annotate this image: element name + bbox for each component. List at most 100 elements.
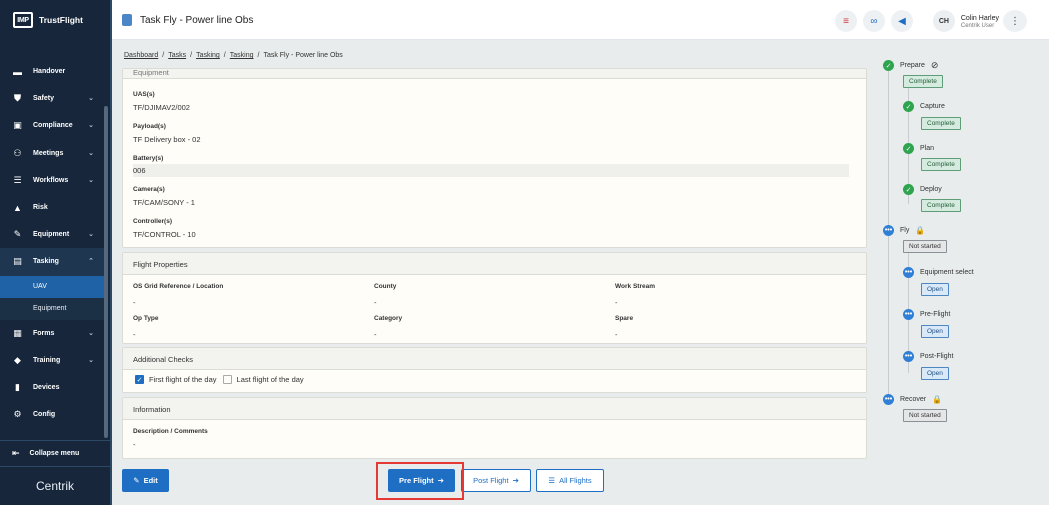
equipment-select-status-badge[interactable]: Open	[921, 283, 949, 296]
collapse-menu-button[interactable]: ⇤ Collapse menu	[0, 440, 110, 466]
flight-properties-card: Flight Properties OS Grid Reference / Lo…	[122, 252, 867, 344]
step-post-flight: ••• Post-Flight	[903, 351, 953, 362]
breadcrumb-tasking[interactable]: Tasking	[196, 52, 220, 59]
breadcrumb-tasking-2[interactable]: Tasking	[230, 52, 254, 59]
lock-icon: 🔒	[932, 395, 943, 404]
sidebar-item-tasking[interactable]: ▤ Tasking ⌃	[0, 248, 104, 276]
step-label: Capture	[920, 103, 945, 110]
brand-name: TrustFlight	[39, 15, 83, 25]
sidebar-item-config[interactable]: ⚙ Config	[0, 401, 104, 428]
more-options-icon[interactable]: ⋮	[1003, 10, 1027, 32]
step-label: Deploy	[920, 186, 942, 193]
sidebar-nav: ▬ Handover ⛊ Safety ⌄ ▣ Compliance ⌄ ⚇ M…	[0, 58, 104, 428]
sidebar-item-equipment[interactable]: ✎ Equipment ⌄	[0, 221, 104, 248]
sidebar-subitem-label: Equipment	[33, 305, 67, 312]
sidebar-item-label: Safety	[33, 95, 55, 103]
chevron-down-icon: ⌄	[88, 356, 94, 364]
op-type-field: Op Type -	[133, 315, 159, 339]
collapse-label: Collapse menu	[29, 450, 80, 457]
last-flight-label: Last flight of the day	[236, 375, 304, 384]
sidebar-item-label: Devices	[33, 383, 60, 391]
chevron-up-icon: ⌃	[88, 258, 94, 266]
os-grid-field: OS Grid Reference / Location -	[133, 283, 223, 307]
recover-status-badge[interactable]: Not started	[903, 409, 947, 422]
last-flight-checkbox[interactable]	[222, 375, 232, 384]
capture-status-badge[interactable]: Complete	[921, 117, 961, 130]
breadcrumb-dashboard[interactable]: Dashboard	[124, 52, 158, 59]
edit-button[interactable]: ✎ Edit	[122, 469, 169, 492]
post-flight-button[interactable]: Post Flight ➔	[461, 469, 531, 492]
main-content: Dashboard / Tasks / Tasking / Tasking / Task…	[112, 40, 873, 505]
sidebar-item-meetings[interactable]: ⚇ Meetings ⌄	[0, 140, 104, 167]
first-flight-label: First flight of the day	[149, 375, 217, 384]
in-progress-icon: •••	[903, 267, 914, 278]
step-capture: ✓ Capture	[903, 101, 945, 112]
deploy-status-badge[interactable]: Complete	[921, 199, 961, 212]
post-flight-label: Post Flight	[473, 476, 509, 485]
work-stream-value: -	[615, 298, 618, 307]
compliance-icon: ▣	[13, 120, 22, 131]
all-flights-button[interactable]: ☰ All Flights	[536, 469, 604, 492]
breadcrumb-current: Task Fly - Power line Obs	[263, 52, 343, 59]
megaphone-icon[interactable]: ◀	[891, 10, 913, 32]
plan-status-badge[interactable]: Complete	[921, 158, 961, 171]
sidebar-item-handover[interactable]: ▬ Handover	[0, 58, 104, 85]
work-stream-label: Work Stream	[615, 283, 655, 290]
clipboard-icon: ▤	[13, 256, 22, 267]
step-label: Post-Flight	[920, 353, 954, 360]
additional-checks-card: Additional Checks ✓ First flight of the …	[122, 347, 867, 393]
graduation-icon: ◆	[14, 354, 21, 365]
first-flight-checkbox[interactable]: ✓	[135, 375, 144, 384]
breadcrumb-tasks[interactable]: Tasks	[168, 52, 186, 59]
uas-value: TF/DJIMAV2/002	[133, 103, 190, 112]
check-icon: ✓	[903, 184, 914, 195]
controller-value: TF/CONTROL - 10	[133, 230, 196, 239]
sidebar-item-compliance[interactable]: ▣ Compliance ⌄	[0, 112, 104, 139]
camera-label: Camera(s)	[133, 186, 165, 193]
collapse-icon: ⇤	[12, 448, 20, 458]
step-label: Plan	[920, 145, 935, 152]
checks-row: ✓ First flight of the day Last flight of…	[135, 375, 304, 384]
sidebar-subitem-uav[interactable]: UAV	[0, 275, 104, 298]
spare-label: Spare	[615, 315, 634, 322]
sidebar-item-label: Workflows	[33, 176, 69, 184]
page-title: Task Fly - Power line Obs	[122, 14, 253, 26]
post-flight-status-badge[interactable]: Open	[921, 367, 949, 380]
brand-logo[interactable]: IMP TrustFlight	[13, 12, 83, 28]
sidebar-item-label: Equipment	[33, 231, 70, 239]
sidebar-item-devices[interactable]: ▮ Devices	[0, 374, 104, 401]
sidebar-item-risk[interactable]: ▲ Risk	[0, 194, 104, 221]
sidebar-item-training[interactable]: ◆ Training ⌄	[0, 347, 104, 374]
flight-properties-heading: Flight Properties	[123, 253, 866, 275]
chevron-down-icon: ⌄	[88, 329, 94, 337]
breadcrumb-separator: /	[162, 52, 165, 59]
user-menu[interactable]: CH Colin Harley Centrik User	[932, 10, 999, 32]
imp-badge: IMP	[13, 12, 33, 28]
prepare-status-badge[interactable]: Complete	[903, 75, 943, 88]
sidebar-item-workflows[interactable]: ☰ Workflows ⌄	[0, 167, 104, 194]
user-name: Colin Harley	[960, 14, 999, 22]
sidebar: IMP TrustFlight ▬ Handover ⛊ Safety ⌄ ▣ …	[0, 0, 112, 505]
wrench-icon: ✎	[13, 229, 22, 240]
database-icon[interactable]: ≡	[835, 10, 857, 32]
chevron-down-icon: ⌄	[88, 176, 94, 184]
sidebar-scrollbar[interactable]	[104, 106, 108, 438]
chevron-down-icon: ⌄	[88, 231, 94, 239]
page-title-text: Task Fly - Power line Obs	[140, 14, 254, 26]
sidebar-item-forms[interactable]: ▦ Forms ⌄	[0, 320, 104, 347]
sidebar-item-label: Tasking	[33, 258, 59, 266]
link-icon[interactable]: ∞	[863, 10, 885, 32]
step-plan: ✓ Plan	[903, 143, 934, 154]
information-card: Information Description / Comments -	[122, 397, 867, 459]
sidebar-item-label: Forms	[33, 329, 55, 337]
in-progress-icon: •••	[883, 225, 894, 236]
top-header: Task Fly - Power line Obs ≡ ∞ ◀ CH Colin…	[112, 0, 1049, 40]
pre-flight-status-badge[interactable]: Open	[921, 325, 949, 338]
sidebar-item-safety[interactable]: ⛊ Safety ⌄	[0, 85, 104, 112]
step-fly: ••• Fly 🔒	[883, 225, 925, 236]
sidebar-subitem-equipment[interactable]: Equipment	[0, 297, 104, 320]
fly-status-badge[interactable]: Not started	[903, 240, 947, 253]
category-value: -	[374, 330, 377, 339]
lock-icon: 🔒	[915, 226, 926, 235]
sidebar-item-label: Training	[33, 356, 61, 364]
